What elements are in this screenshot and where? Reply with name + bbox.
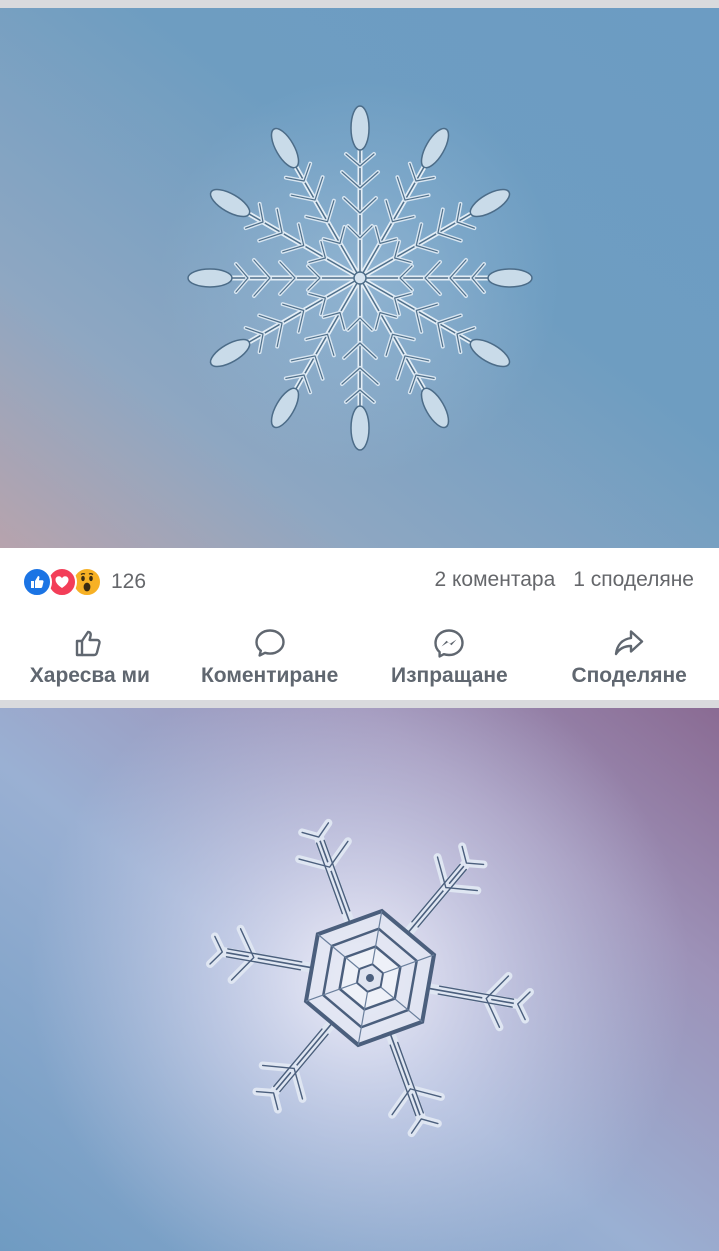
share-button-label: Споделяне [571,664,687,687]
top-divider [0,0,719,8]
like-icon [22,567,52,597]
share-arrow-icon [614,630,644,656]
messenger-icon [434,629,465,658]
send-button[interactable]: Изпращане [360,614,540,700]
post-stats-bar: 126 2 коментара 1 споделяне [0,548,719,614]
like-button[interactable]: Харесва ми [0,614,180,700]
send-button-label: Изпращане [391,664,508,687]
reaction-count: 126 [111,570,147,593]
share-button[interactable]: Споделяне [539,614,719,700]
post-action-bar: Харесва ми Коментиране Изпращане Споделя… [0,614,719,700]
comment-button[interactable]: Коментиране [180,614,360,700]
comments-count-link[interactable]: 2 коментара [435,568,556,592]
shares-count-link[interactable]: 1 споделяне [573,568,694,592]
comment-bubble-icon [254,629,285,657]
comment-button-label: Коментиране [200,664,339,687]
post-photo-hexagon-snowflake[interactable] [0,708,719,1251]
reactions-summary[interactable]: 126 [22,566,146,598]
like-button-label: Харесва ми [29,664,150,687]
thumbs-up-icon [75,630,101,657]
post-photo-fern-snowflake[interactable] [0,8,719,548]
post-divider [0,700,719,708]
